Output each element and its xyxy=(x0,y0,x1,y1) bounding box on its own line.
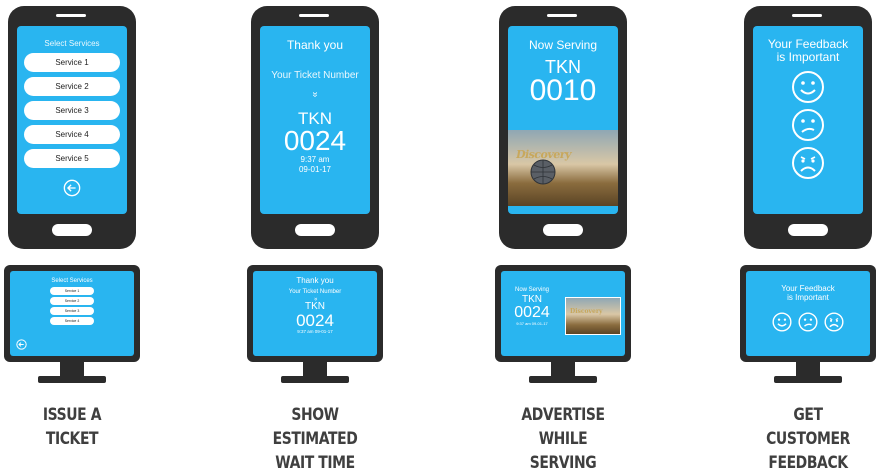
service-4-button[interactable]: Service 4 xyxy=(24,125,120,144)
monitor-screen: Select Services Service 1 Service 2 Serv… xyxy=(10,271,134,356)
neutral-sad-face-icon[interactable] xyxy=(798,312,818,332)
column-feedback: Your Feedback is Important Your Feedback… xyxy=(738,0,878,473)
home-button[interactable] xyxy=(295,224,335,236)
select-services-title: Select Services xyxy=(51,278,93,284)
monitor-stand-neck xyxy=(303,362,327,376)
monitor-stand-foot xyxy=(281,376,349,383)
column-wait-time: Thank you Your Ticket Number » TKN 0024 … xyxy=(245,0,385,473)
neutral-sad-face-icon[interactable] xyxy=(791,108,825,142)
phone-speaker xyxy=(299,14,329,17)
monitor-screen: Your Feedback is Important xyxy=(746,271,870,356)
back-arrow-icon[interactable] xyxy=(16,339,27,350)
phone-screen: Now Serving TKN 0010 Discovery xyxy=(508,26,618,214)
caption: ADVERTISE WHILE SERVING xyxy=(521,405,605,473)
service-1-button[interactable]: Service 1 xyxy=(50,287,94,295)
ad-logo-text: Discovery xyxy=(514,148,573,161)
phone-speaker xyxy=(792,14,822,17)
monitor-device: Your Feedback is Important xyxy=(740,265,876,362)
chevron-down-icon: » xyxy=(312,297,318,301)
chevron-down-icon: » xyxy=(309,91,321,98)
sad-face-icon[interactable] xyxy=(824,312,844,332)
service-1-button[interactable]: Service 1 xyxy=(24,53,120,72)
ticket-time-date: 9:37 am 09-01-17 xyxy=(516,321,548,326)
service-4-button[interactable]: Service 4 xyxy=(50,317,94,325)
feedback-faces-row xyxy=(746,312,870,332)
column-advertise: Now Serving TKN 0010 Discovery Now Servi… xyxy=(493,0,633,473)
happy-face-icon[interactable] xyxy=(791,70,825,104)
caption: GET CUSTOMER FEEDBACK xyxy=(766,405,850,473)
caption: ISSUE A TICKET xyxy=(42,405,102,449)
service-3-button[interactable]: Service 3 xyxy=(24,101,120,120)
monitor-screen: Thank you Your Ticket Number » TKN 0024 … xyxy=(253,271,377,356)
ticket-time: 9:37 am xyxy=(300,155,330,164)
service-2-button[interactable]: Service 2 xyxy=(24,77,120,96)
phone-speaker xyxy=(56,14,86,17)
monitor-stand-neck xyxy=(796,362,820,376)
now-serving-title: Now Serving xyxy=(514,287,549,293)
phone-speaker xyxy=(547,14,577,17)
home-button[interactable] xyxy=(543,224,583,236)
service-2-button[interactable]: Service 2 xyxy=(50,297,94,305)
phone-device: Your Feedback is Important xyxy=(744,6,872,249)
ticket-number: 0010 xyxy=(529,74,597,107)
back-arrow-icon[interactable] xyxy=(63,179,81,197)
monitor-device: Thank you Your Ticket Number » TKN 0024 … xyxy=(247,265,383,362)
service-5-button[interactable]: Service 5 xyxy=(24,149,120,168)
phone-device: Now Serving TKN 0010 Discovery xyxy=(499,6,627,249)
home-button[interactable] xyxy=(52,224,92,236)
serving-panel: Now Serving TKN 0024 9:37 am 09-01-17 xyxy=(505,287,559,327)
select-services-title: Select Services xyxy=(44,39,100,48)
sad-face-icon[interactable] xyxy=(791,146,825,180)
column-issue-ticket: Select Services Service 1 Service 2 Serv… xyxy=(2,0,142,457)
globe-logo-icon xyxy=(530,159,556,185)
phone-device: Select Services Service 1 Service 2 Serv… xyxy=(8,6,136,249)
monitor-screen: Now Serving TKN 0024 9:37 am 09-01-17 Di… xyxy=(501,271,625,356)
feedback-title-line2: is Important xyxy=(776,50,840,64)
advertisement-image[interactable]: Discovery xyxy=(565,297,621,335)
phone-device: Thank you Your Ticket Number » TKN 0024 … xyxy=(251,6,379,249)
advertisement-image[interactable]: Discovery xyxy=(508,130,618,206)
feedback-title-line2: is Important xyxy=(787,293,829,302)
phone-screen: Select Services Service 1 Service 2 Serv… xyxy=(17,26,127,214)
now-serving-title: Now Serving xyxy=(528,38,598,52)
ticket-date: 09-01-17 xyxy=(298,165,332,174)
monitor-stand-foot xyxy=(774,376,842,383)
service-3-button[interactable]: Service 3 xyxy=(50,307,94,315)
caption: SHOW ESTIMATED WAIT TIME xyxy=(272,405,358,473)
monitor-stand-foot xyxy=(38,376,106,383)
ticket-number: 0024 xyxy=(514,304,550,321)
phone-screen: Thank you Your Ticket Number » TKN 0024 … xyxy=(260,26,370,214)
phone-screen: Your Feedback is Important xyxy=(753,26,863,214)
home-button[interactable] xyxy=(788,224,828,236)
feedback-title-line1: Your Feedback xyxy=(781,284,835,293)
ad-logo-text: Discovery xyxy=(570,308,603,315)
monitor-stand-foot xyxy=(529,376,597,383)
monitor-device: Now Serving TKN 0024 9:37 am 09-01-17 Di… xyxy=(495,265,631,362)
monitor-stand-neck xyxy=(60,362,84,376)
monitor-device: Select Services Service 1 Service 2 Serv… xyxy=(4,265,140,362)
happy-face-icon[interactable] xyxy=(772,312,792,332)
monitor-stand-neck xyxy=(551,362,575,376)
